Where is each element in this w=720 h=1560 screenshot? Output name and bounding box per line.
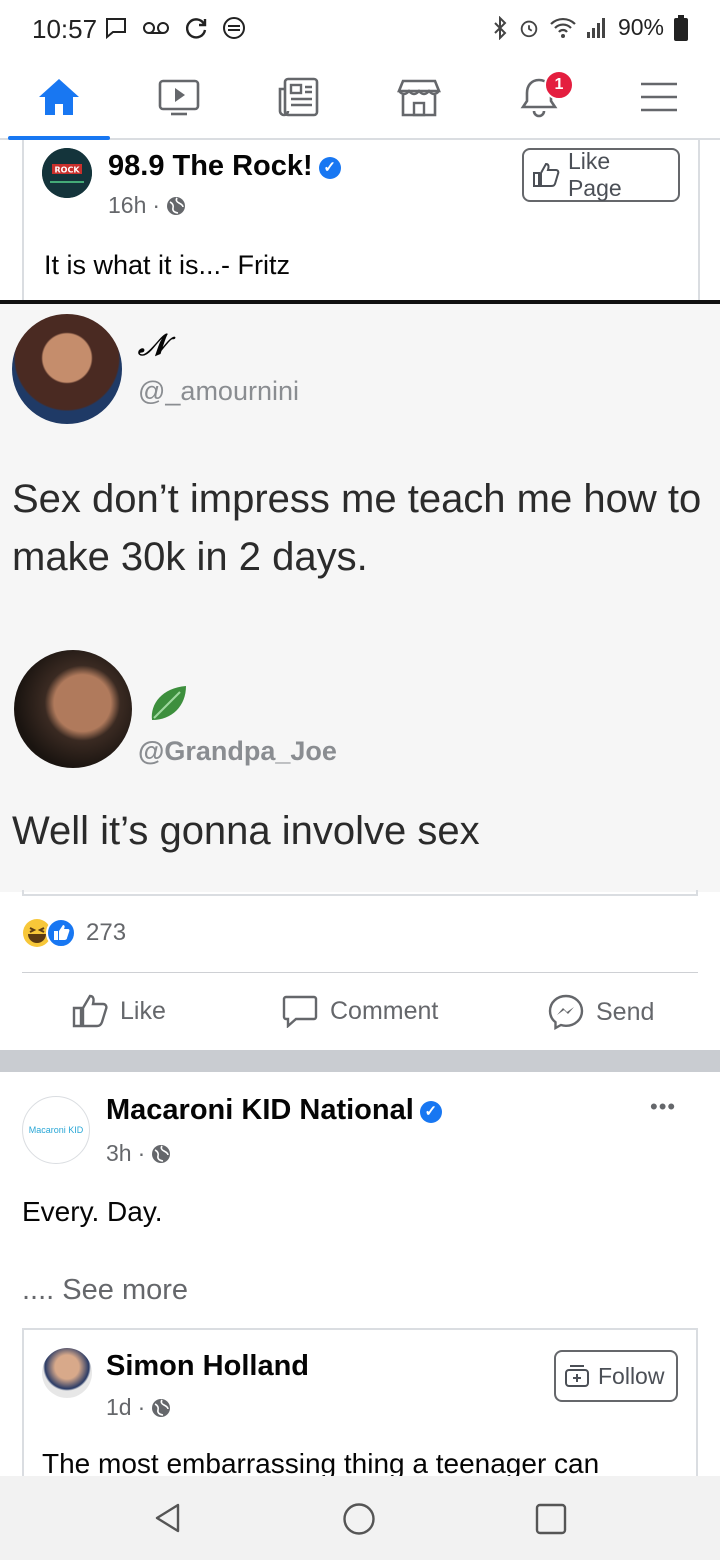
alarm-icon xyxy=(520,20,538,37)
post-image[interactable]: 𝒩 @_amournini Sex don’t impress me teach… xyxy=(0,302,720,892)
post-text: Every. Day. xyxy=(22,1196,163,1227)
status-bar: 10:57 90% xyxy=(0,0,720,56)
shared-post-time: 1d xyxy=(106,1394,132,1420)
globe-icon xyxy=(167,196,186,215)
page-avatar[interactable]: ROCK xyxy=(42,148,92,198)
tab-notifications[interactable]: 1 xyxy=(484,56,594,138)
tweet2-handle: @Grandpa_Joe xyxy=(138,736,337,766)
home-icon xyxy=(39,79,79,115)
marketplace-icon xyxy=(397,79,441,117)
tweet2-text: Well it’s gonna involve sex xyxy=(12,809,480,853)
comment-button[interactable]: Comment xyxy=(282,994,438,1028)
svg-text:ROCK: ROCK xyxy=(54,166,80,175)
battery-icon xyxy=(674,14,688,41)
back-icon[interactable] xyxy=(152,1502,184,1534)
system-navigation-bar xyxy=(0,1476,720,1560)
tab-marketplace[interactable] xyxy=(364,56,474,138)
rock-logo-icon: ROCK xyxy=(42,148,92,198)
bluetooth-icon xyxy=(494,15,507,40)
tweet1-handle: @_amournini xyxy=(138,376,299,406)
app-icon xyxy=(223,17,245,39)
thumbs-up-icon xyxy=(72,994,108,1028)
tab-home[interactable] xyxy=(4,56,114,140)
recents-icon[interactable] xyxy=(534,1502,568,1536)
send-button[interactable]: Send xyxy=(548,994,654,1030)
notification-badge: 1 xyxy=(544,70,574,100)
status-notification-icons xyxy=(104,16,246,40)
follow-icon xyxy=(565,1365,589,1387)
hamburger-menu-icon xyxy=(641,82,677,112)
follow-label: Follow xyxy=(598,1362,665,1389)
messenger-icon xyxy=(548,994,584,1030)
see-more-link[interactable]: .... See more xyxy=(22,1274,188,1307)
sync-icon xyxy=(185,18,207,39)
reactions-count: 273 xyxy=(86,919,127,946)
actions-divider xyxy=(22,972,698,973)
verified-badge-icon: ✓ xyxy=(419,1101,442,1123)
globe-icon xyxy=(152,1398,171,1417)
video-icon xyxy=(158,79,200,116)
page-name[interactable]: 98.9 The Rock! ✓ xyxy=(108,150,341,183)
tweet2-avatar xyxy=(14,650,132,768)
tab-menu[interactable] xyxy=(604,56,714,138)
like-label: Like xyxy=(120,996,166,1025)
shared-post[interactable]: Simon Holland 1d · Follow The most embarr… xyxy=(22,1328,698,1488)
top-navigation: 1 xyxy=(0,56,720,140)
feed-separator xyxy=(0,1050,720,1072)
post-caption: It is what it is...- Fritz xyxy=(44,250,291,280)
post-meta: 3h · xyxy=(106,1140,171,1167)
globe-icon xyxy=(152,1144,171,1163)
more-options-button[interactable]: ••• xyxy=(650,1094,676,1120)
post-time: 16h xyxy=(108,192,147,218)
shared-post-meta: 1d · xyxy=(106,1394,171,1421)
comment-icon xyxy=(282,995,318,1028)
tweet1-avatar xyxy=(12,314,122,424)
follow-button[interactable]: Follow xyxy=(554,1350,678,1402)
reactions-summary[interactable]: 273 xyxy=(22,918,126,948)
thumbs-up-icon xyxy=(532,163,560,187)
like-page-label: Like Page xyxy=(567,148,622,201)
like-reaction-icon xyxy=(46,918,76,948)
tweet1-name: 𝒩 xyxy=(138,328,167,363)
simon-avatar[interactable] xyxy=(42,1348,92,1398)
status-time: 10:57 xyxy=(32,14,98,44)
message-icon xyxy=(106,18,126,40)
lettuce-emoji-icon xyxy=(151,686,186,720)
page-name[interactable]: Macaroni KID National ✓ xyxy=(106,1094,442,1127)
post-time: 3h xyxy=(106,1140,132,1166)
shared-post-header: ROCK 98.9 The Rock! ✓ 16h · Like Page It i… xyxy=(22,140,700,302)
tweet1-text: Sex don’t impress me teach me how to mak… xyxy=(12,477,702,579)
tab-watch[interactable] xyxy=(124,56,234,138)
battery-percent: 90% xyxy=(617,14,664,40)
signal-icon xyxy=(586,17,605,38)
send-label: Send xyxy=(596,997,655,1026)
macaroni-kid-avatar[interactable]: Macaroni KID xyxy=(22,1096,90,1164)
status-right: 90% xyxy=(492,14,688,41)
shared-post-footer xyxy=(22,890,698,896)
home-circle-icon[interactable] xyxy=(342,1502,376,1536)
tab-news[interactable] xyxy=(244,56,354,138)
voicemail-icon xyxy=(143,22,169,34)
shared-author-name[interactable]: Simon Holland xyxy=(106,1350,309,1383)
like-button[interactable]: Like xyxy=(72,994,166,1028)
post-meta: 16h · xyxy=(108,192,186,219)
wifi-icon xyxy=(550,17,576,38)
newspaper-icon xyxy=(278,77,319,117)
comment-label: Comment xyxy=(330,996,439,1025)
verified-badge-icon: ✓ xyxy=(318,157,341,179)
macaroni-kid-logo: Macaroni KID xyxy=(28,1125,84,1135)
like-page-button[interactable]: Like Page xyxy=(522,148,680,202)
